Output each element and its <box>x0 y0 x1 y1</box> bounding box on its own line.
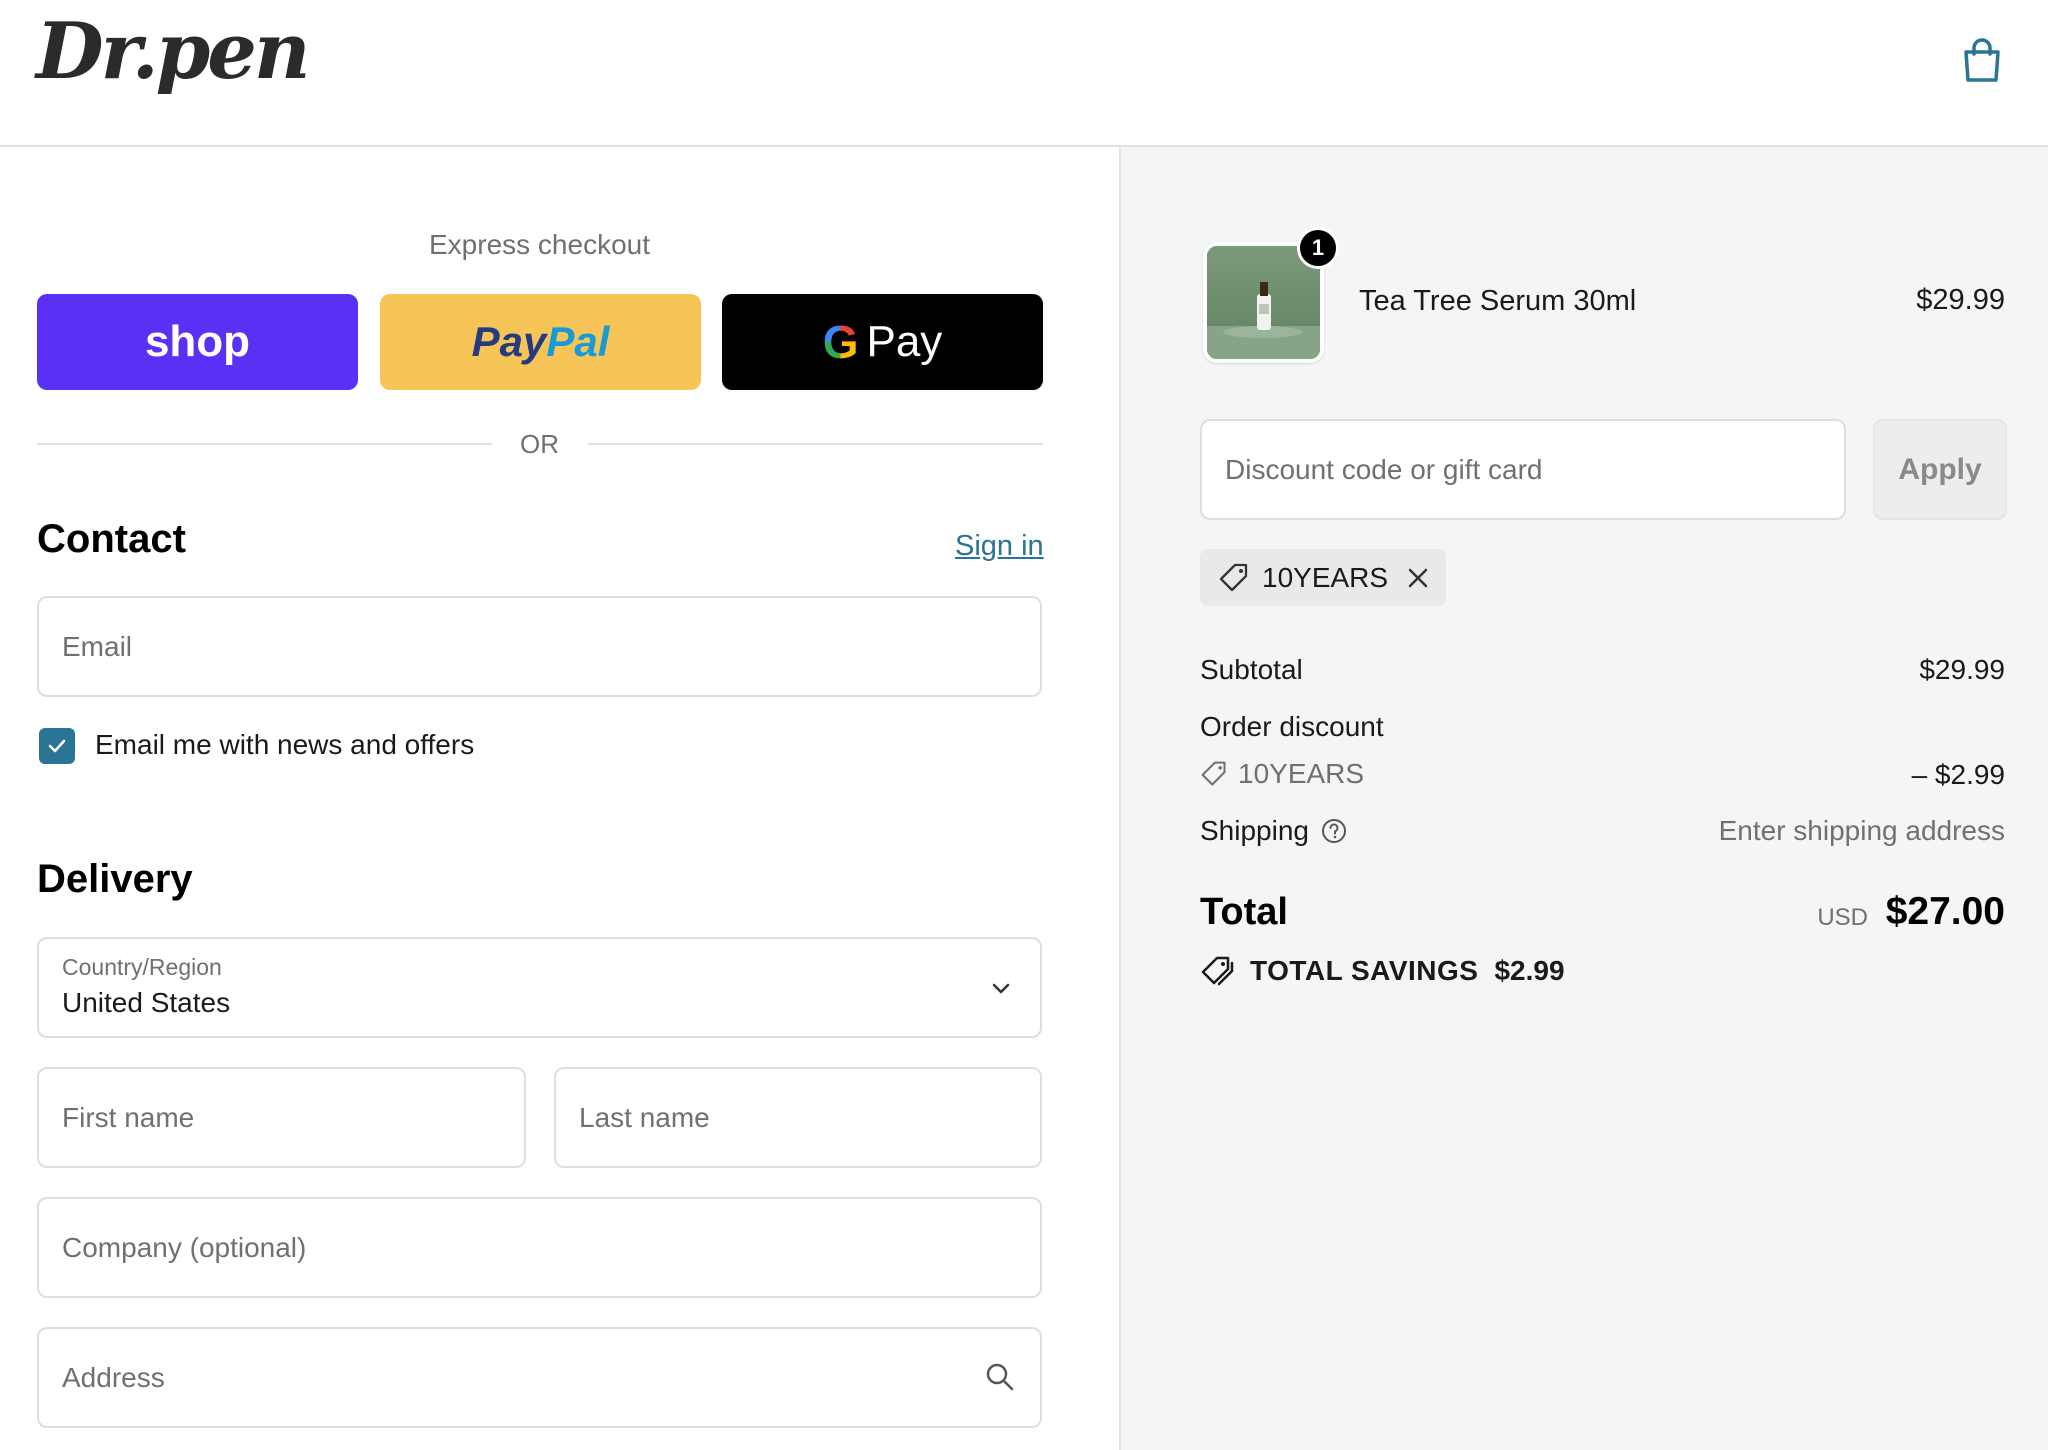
google-pay-button[interactable]: G Pay <box>722 294 1043 390</box>
tag-icon <box>1201 761 1226 786</box>
google-g-icon: G <box>822 316 859 368</box>
first-name-field[interactable]: First name <box>37 1067 526 1168</box>
total-label: Total <box>1200 891 1288 933</box>
paypal-label-pal: Pal <box>546 318 610 365</box>
help-icon[interactable] <box>1321 818 1347 844</box>
country-label: Country/Region <box>62 954 222 980</box>
newsletter-label: Email me with news and offers <box>95 729 475 760</box>
savings-label: TOTAL SAVINGS <box>1250 955 1479 986</box>
sign-in-link[interactable]: Sign in <box>955 530 1044 563</box>
quantity-badge: 1 <box>1297 227 1339 269</box>
last-name-placeholder: Last name <box>579 1102 710 1133</box>
product-name: Tea Tree Serum 30ml <box>1359 285 1637 317</box>
country-select[interactable]: Country/Region United States <box>37 937 1042 1038</box>
address-field[interactable]: Address <box>37 1327 1042 1428</box>
total-currency: USD <box>1817 904 1868 931</box>
last-name-field[interactable]: Last name <box>554 1067 1042 1168</box>
google-pay-label: Pay <box>866 317 943 366</box>
tags-icon <box>1201 956 1234 986</box>
chevron-down-icon <box>992 983 1010 994</box>
close-icon[interactable] <box>1406 566 1430 590</box>
discount-code-field[interactable]: Discount code or gift card <box>1200 419 1846 520</box>
total-savings: TOTAL SAVINGS $2.99 <box>1200 955 1565 987</box>
address-placeholder: Address <box>62 1362 165 1393</box>
subtotal-value: $29.99 <box>1919 654 2005 685</box>
order-summary: 1 Tea Tree Serum 30ml $29.99 Discount co… <box>1119 147 2048 1450</box>
delivery-heading: Delivery <box>37 857 193 901</box>
applied-discount-code: 10YEARS <box>1262 561 1389 593</box>
total-value: $27.00 <box>1885 890 2005 933</box>
subtotal-label: Subtotal <box>1200 654 1303 685</box>
savings-value: $2.99 <box>1494 955 1565 986</box>
brand-logo[interactable]: Dr.pen <box>36 6 311 97</box>
express-checkout-label: Express checkout <box>429 229 650 260</box>
paypal-button[interactable]: Pay Pal <box>380 294 701 390</box>
company-placeholder: Company (optional) <box>62 1232 307 1263</box>
search-icon <box>986 1363 1014 1391</box>
shipping-row: Shipping <box>1200 815 1347 847</box>
discount-code-text: 10YEARS <box>1238 758 1365 789</box>
shopping-bag-icon[interactable] <box>1960 36 2004 84</box>
shipping-value: Enter shipping address <box>1718 815 2005 846</box>
country-value: United States <box>62 987 231 1018</box>
tag-icon <box>1219 563 1248 591</box>
discount-value: – $2.99 <box>1911 759 2005 790</box>
applied-discount-chip: 10YEARS <box>1200 549 1446 606</box>
email-field[interactable]: Email <box>37 596 1042 697</box>
discount-code-row: 10YEARS <box>1200 758 1364 790</box>
newsletter-checkbox[interactable] <box>39 728 75 764</box>
site-header: Dr.pen <box>0 0 2048 147</box>
paypal-label-pay: Pay <box>471 318 547 365</box>
contact-heading: Contact <box>37 517 186 561</box>
product-price: $29.99 <box>1916 284 2005 316</box>
shop-pay-button[interactable]: shop <box>37 294 358 390</box>
first-name-placeholder: First name <box>62 1102 195 1133</box>
shipping-label: Shipping <box>1200 815 1309 846</box>
discount-placeholder: Discount code or gift card <box>1225 454 1543 485</box>
company-field[interactable]: Company (optional) <box>37 1197 1042 1298</box>
or-text: OR <box>520 429 559 459</box>
order-discount-label: Order discount <box>1200 711 1384 742</box>
checkmark-icon <box>48 739 66 753</box>
checkout-form: Express checkout shop Pay Pal G Pay OR Co… <box>0 147 1119 1450</box>
apply-discount-button[interactable]: Apply <box>1873 419 2007 520</box>
email-placeholder: Email <box>62 631 133 662</box>
shop-pay-label: shop <box>144 317 251 366</box>
